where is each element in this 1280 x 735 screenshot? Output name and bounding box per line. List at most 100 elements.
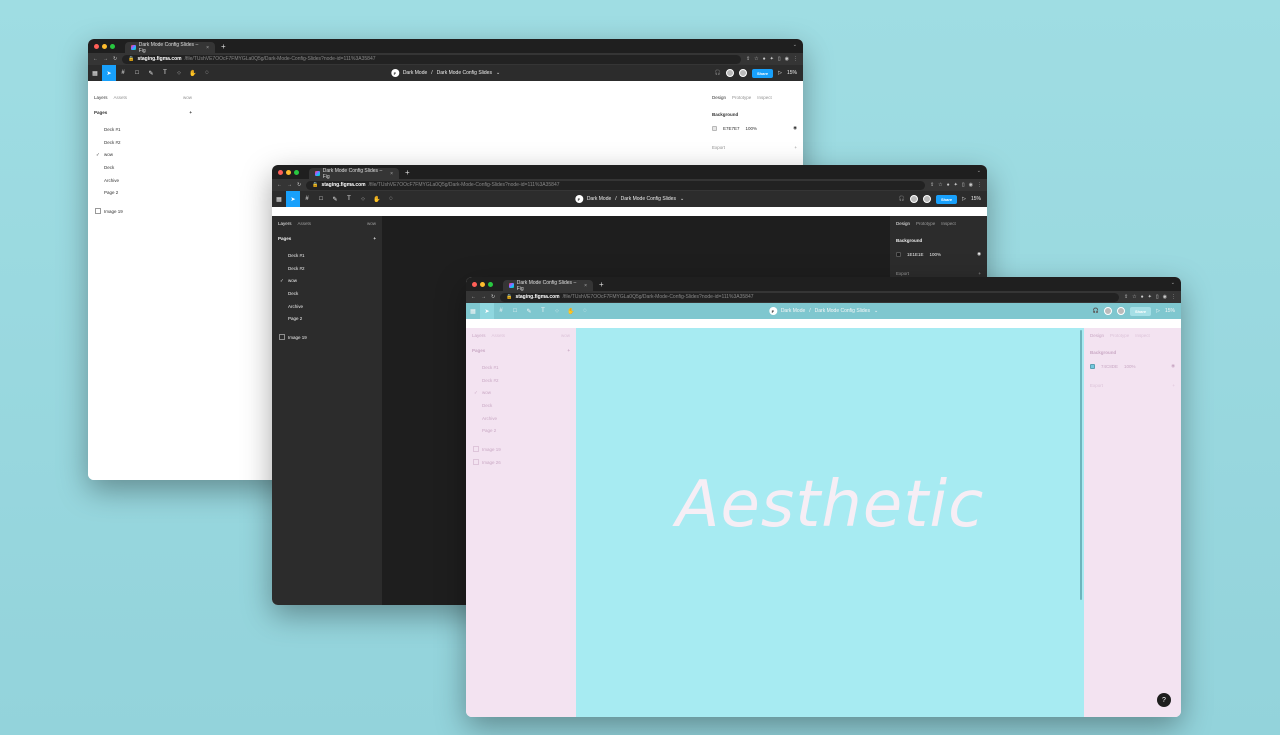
move-tool-icon[interactable]: ➤ [286,191,300,207]
shape-tool-icon[interactable]: □ [314,191,328,207]
current-page-indicator[interactable]: wow [561,333,570,338]
avatar[interactable] [726,69,734,77]
present-play-icon[interactable]: ▷ [962,196,966,202]
minimize-window-button[interactable] [286,169,291,175]
tab-layers[interactable]: Layers [472,333,486,338]
hand-tool-icon[interactable]: ✋ [186,65,200,81]
tab-assets[interactable]: Assets [492,333,506,338]
minimize-window-button[interactable] [102,43,107,49]
resources-icon[interactable]: ⁘ [550,303,564,319]
chevron-down-icon[interactable]: ⌄ [680,196,684,202]
pen-tool-icon[interactable]: ✎ [522,303,536,319]
share-page-icon[interactable]: ⇪ [930,182,934,188]
address-bar[interactable]: 🔒 staging.figma.com/file/TUshVE7OOcF7FMYG… [306,180,925,190]
page-item-current[interactable]: wow [94,148,192,161]
share-button[interactable]: Share [752,68,774,78]
bg-opacity[interactable]: 100% [930,252,942,257]
chevron-down-icon[interactable]: ⌄ [1171,280,1175,286]
profile-icon[interactable]: ◉ [785,56,789,62]
menu-icon[interactable]: ⋮ [793,56,798,62]
page-item[interactable]: Deck [94,161,192,174]
sidebar-icon[interactable]: ▯ [778,56,781,62]
tab-close-icon[interactable]: × [584,283,587,289]
extension-icon[interactable]: ● [1141,294,1144,300]
avatar[interactable] [910,195,918,203]
page-item[interactable]: Deck #1 [472,361,570,374]
layer-item[interactable]: Image 19 [278,331,376,344]
puzzle-icon[interactable]: ✦ [954,182,958,188]
move-tool-icon[interactable]: ➤ [102,65,116,81]
page-item[interactable]: Deck [278,287,376,300]
chevron-down-icon[interactable]: ⌄ [977,168,981,174]
tab-design[interactable]: Design [712,95,726,100]
bookmark-star-icon[interactable]: ☆ [1132,294,1136,300]
main-menu-icon[interactable]: ▦ [466,303,480,319]
avatar[interactable] [739,69,747,77]
maximize-window-button[interactable] [488,281,493,287]
extension-icon[interactable]: ● [947,182,950,188]
maximize-window-button[interactable] [110,43,115,49]
forward-icon[interactable]: → [287,182,292,188]
browser-tab[interactable]: Dark Mode Config Slides – Fig × [503,280,593,292]
headphones-icon[interactable]: 🎧 [715,70,721,76]
profile-icon[interactable]: ◉ [969,182,973,188]
chevron-down-icon[interactable]: ⌄ [496,70,500,76]
add-export-button[interactable]: + [978,271,981,276]
shape-tool-icon[interactable]: □ [130,65,144,81]
frame-tool-icon[interactable]: # [494,303,508,319]
page-item[interactable]: Archive [278,300,376,313]
tab-inspect[interactable]: Inspect [941,221,956,226]
reload-icon[interactable]: ↻ [297,182,301,188]
bg-hex[interactable]: 1E1E1E [907,252,924,257]
reload-icon[interactable]: ↻ [113,56,117,62]
zoom-level[interactable]: 15% [787,70,797,76]
close-window-button[interactable] [94,43,99,49]
comment-tool-icon[interactable]: ◌ [578,303,592,319]
page-item[interactable]: Archive [94,174,192,187]
hand-tool-icon[interactable]: ✋ [564,303,578,319]
avatar[interactable] [1104,307,1112,315]
close-window-button[interactable] [472,281,477,287]
page-item[interactable]: Deck [472,399,570,412]
back-icon[interactable]: ← [471,294,476,300]
eye-icon[interactable]: ◉ [1171,363,1175,369]
tab-assets[interactable]: Assets [114,95,128,100]
share-button[interactable]: Share [936,194,958,204]
address-bar[interactable]: 🔒 staging.figma.com/file/TUshVE7OOcF7FMYG… [500,292,1119,302]
comment-tool-icon[interactable]: ◌ [384,191,398,207]
bg-opacity[interactable]: 100% [1124,364,1136,369]
sidebar-icon[interactable]: ▯ [1156,294,1159,300]
present-play-icon[interactable]: ▷ [1156,308,1160,314]
tab-layers[interactable]: Layers [94,95,108,100]
tab-design[interactable]: Design [1090,333,1104,338]
page-item[interactable]: Deck #2 [472,374,570,387]
main-menu-icon[interactable]: ▦ [88,65,102,81]
resources-icon[interactable]: ⁘ [356,191,370,207]
share-page-icon[interactable]: ⇪ [746,56,750,62]
text-tool-icon[interactable]: T [342,191,356,207]
headphones-icon[interactable]: 🎧 [899,196,905,202]
sidebar-icon[interactable]: ▯ [962,182,965,188]
forward-icon[interactable]: → [481,294,486,300]
zoom-level[interactable]: 15% [1165,308,1175,314]
forward-icon[interactable]: → [103,56,108,62]
canvas-scrollbar[interactable] [1080,330,1082,600]
current-page-indicator[interactable]: wow [183,95,192,100]
tab-prototype[interactable]: Prototype [916,221,935,226]
bg-swatch[interactable] [1090,363,1095,369]
help-button[interactable]: ? [1157,693,1171,707]
pen-tool-icon[interactable]: ✎ [328,191,342,207]
frame-tool-icon[interactable]: # [300,191,314,207]
add-export-button[interactable]: + [1172,383,1175,388]
bg-opacity[interactable]: 100% [746,126,758,131]
layer-item[interactable]: Image 19 [472,443,570,456]
back-icon[interactable]: ← [93,56,98,62]
file-name[interactable]: Dark Mode Config Slides [815,308,870,314]
zoom-level[interactable]: 15% [971,196,981,202]
extension-icon[interactable]: ● [763,56,766,62]
text-tool-icon[interactable]: T [158,65,172,81]
file-name[interactable]: Dark Mode Config Slides [437,70,492,76]
tab-prototype[interactable]: Prototype [732,95,751,100]
page-item[interactable]: Deck #1 [278,249,376,262]
page-item-current[interactable]: wow [278,274,376,287]
